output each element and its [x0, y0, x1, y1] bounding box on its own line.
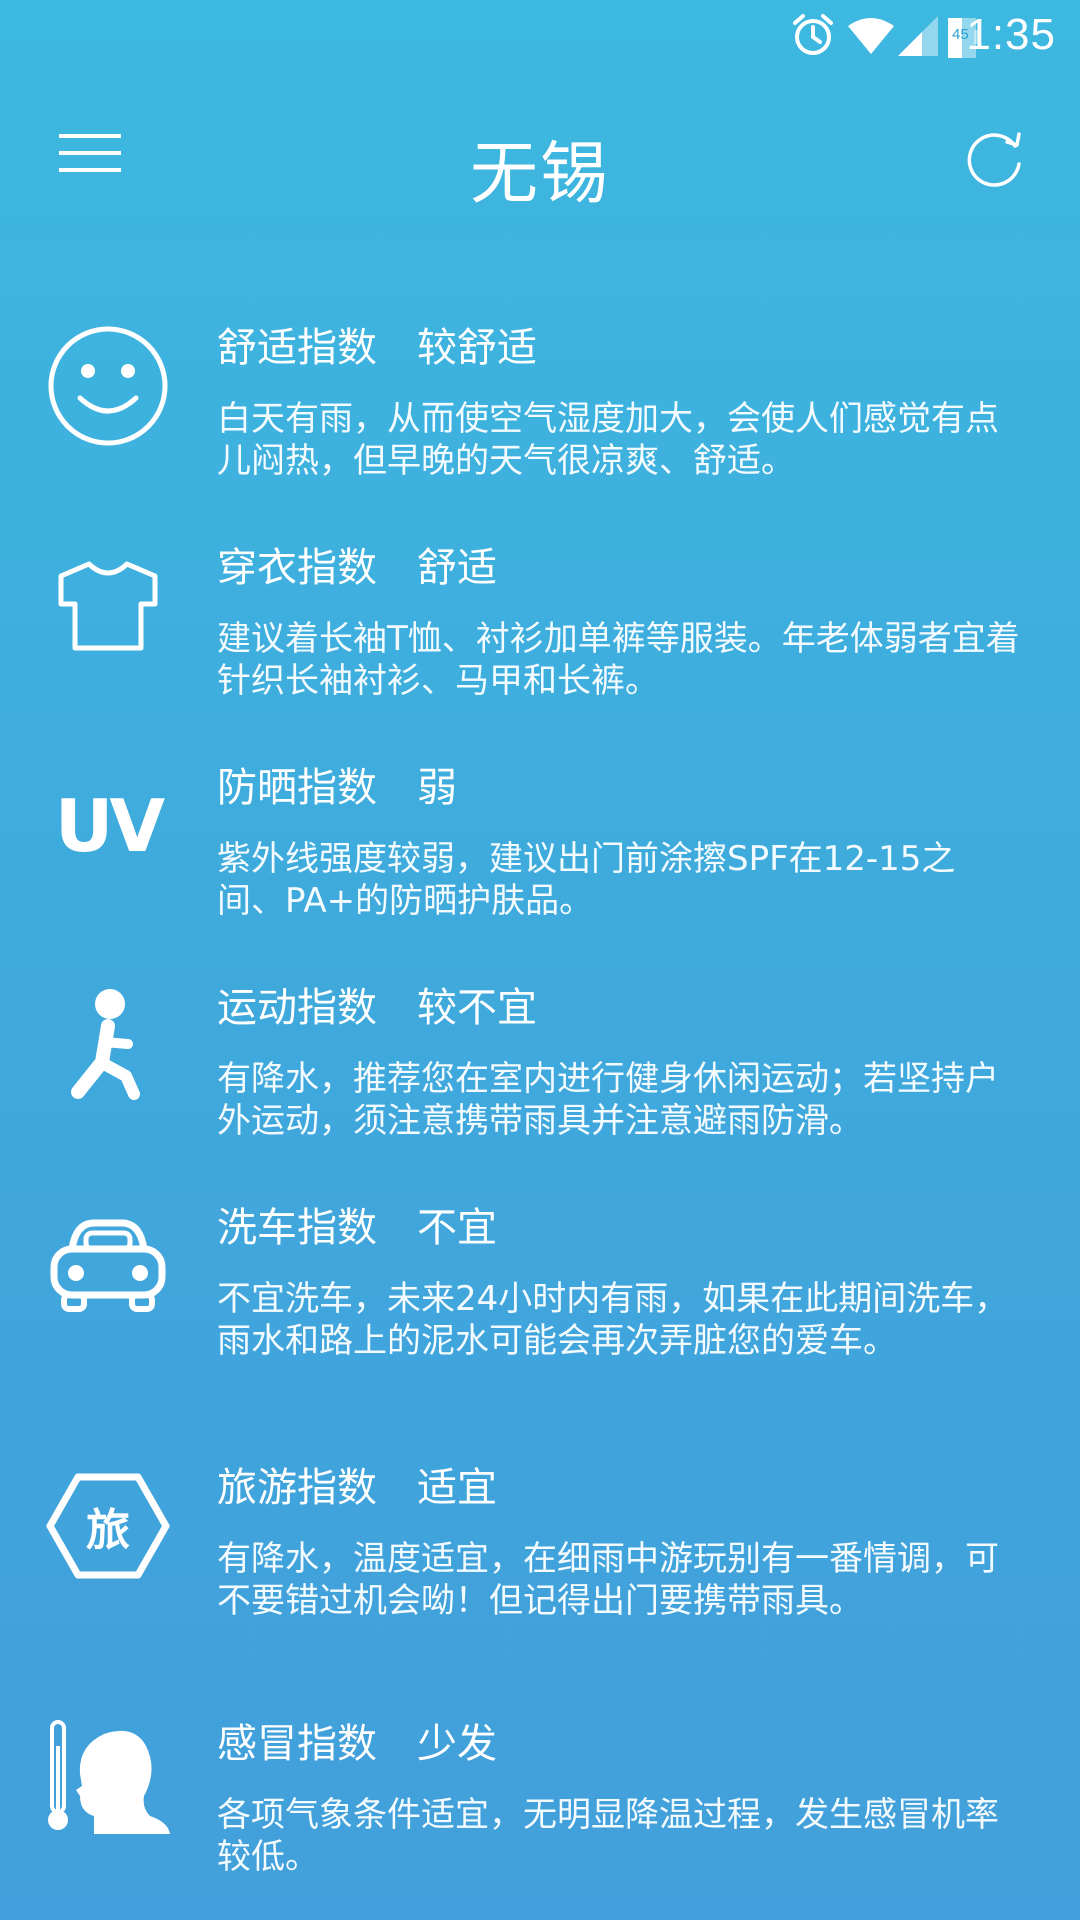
index-name: 感冒指数 [217, 1721, 377, 1767]
running-person-icon [44, 982, 172, 1110]
index-level: 适宜 [417, 1465, 497, 1511]
index-item-cold: 感冒指数 少发 各项气象条件适宜，无明显降温过程，发生感冒机率较低。 [0, 1718, 1080, 1878]
index-heading: 穿衣指数 舒适 [217, 542, 1020, 594]
cell-signal-icon [896, 14, 940, 62]
index-item-carwash: 洗车指数 不宜 不宜洗车，未来24小时内有雨，如果在此期间洗车，雨水和路上的泥水可… [0, 1202, 1080, 1362]
index-item-sport: 运动指数 较不宜 有降水，推荐您在室内进行健身休闲运动；若坚持户外运动，须注意携带… [0, 982, 1080, 1142]
index-heading: 感冒指数 少发 [217, 1718, 1020, 1770]
app-bar: 无锡 [0, 90, 1080, 230]
index-heading: 运动指数 较不宜 [217, 982, 1020, 1034]
index-name: 防晒指数 [217, 765, 377, 811]
index-description: 不宜洗车，未来24小时内有雨，如果在此期间洗车，雨水和路上的泥水可能会再次弄脏您… [217, 1279, 1009, 1361]
tshirt-icon [44, 542, 172, 670]
index-description: 白天有雨，从而使空气湿度加大，会使人们感觉有点儿闷热，但早晚的天气很凉爽、舒适。 [217, 399, 999, 481]
index-description: 有降水，推荐您在室内进行健身休闲运动；若坚持户外运动，须注意携带雨具并注意避雨防… [217, 1059, 999, 1141]
travel-icon-text: 旅 [86, 1505, 130, 1556]
status-time: 1:35 [966, 10, 1056, 59]
travel-hexagon-icon: 旅 [44, 1462, 172, 1590]
index-level: 少发 [417, 1721, 497, 1767]
index-item-uv: UV 防晒指数弱 紫外线强度较弱，建议出门前涂擦SPF在12-15之间、PA+的… [0, 762, 1080, 922]
index-name: 洗车指数 [217, 1205, 377, 1251]
index-name: 旅游指数 [217, 1465, 377, 1511]
index-heading: 旅游指数 适宜 [217, 1462, 1020, 1514]
thermometer-head-icon [44, 1714, 172, 1842]
index-item-travel: 旅 旅游指数 适宜 有降水，温度适宜，在细雨中游玩别有一番情调，可不要错过机会呦！… [0, 1462, 1080, 1622]
index-heading: 防晒指数弱 [217, 762, 1020, 814]
index-level: 舒适 [417, 545, 497, 591]
index-level: 较不宜 [417, 985, 537, 1031]
index-level: 弱 [417, 765, 457, 811]
index-description: 建议着长袖T恤、衬衫加单裤等服装。年老体弱者宜着针织长袖衬衫、马甲和长裤。 [217, 619, 1020, 701]
index-name: 运动指数 [217, 985, 377, 1031]
index-level: 不宜 [417, 1205, 497, 1251]
refresh-icon [963, 126, 1027, 194]
smiley-icon [44, 322, 172, 450]
alarm-icon [790, 12, 836, 62]
uv-icon: UV [44, 762, 172, 890]
uv-icon-text: UV [54, 784, 165, 868]
refresh-button[interactable] [950, 120, 1040, 200]
index-name: 舒适指数 [217, 325, 377, 371]
index-level: 较舒适 [417, 325, 537, 371]
index-heading: 洗车指数 不宜 [217, 1202, 1020, 1254]
index-item-comfort: 舒适指数 较舒适 白天有雨，从而使空气湿度加大，会使人们感觉有点儿闷热，但早晚的天… [0, 322, 1080, 482]
status-bar: 45 1:35 [0, 0, 1080, 75]
car-icon [44, 1202, 172, 1330]
index-name: 穿衣指数 [217, 545, 377, 591]
index-heading: 舒适指数 较舒适 [217, 322, 1020, 374]
index-item-clothing: 穿衣指数 舒适 建议着长袖T恤、衬衫加单裤等服装。年老体弱者宜着针织长袖衬衫、马甲… [0, 542, 1080, 702]
city-title: 无锡 [469, 135, 610, 214]
wifi-icon [846, 16, 896, 60]
index-description: 各项气象条件适宜，无明显降温过程，发生感冒机率较低。 [217, 1795, 999, 1877]
index-description: 紫外线强度较弱，建议出门前涂擦SPF在12-15之间、PA+的防晒护肤品。 [217, 839, 956, 921]
index-description: 有降水，温度适宜，在细雨中游玩别有一番情调，可不要错过机会呦！但记得出门要携带雨… [217, 1539, 999, 1621]
